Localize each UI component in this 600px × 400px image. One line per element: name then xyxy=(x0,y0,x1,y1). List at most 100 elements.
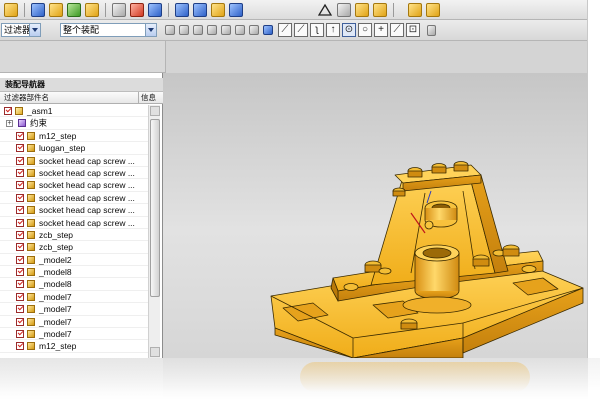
tree-row[interactable]: socket head cap screw ... xyxy=(0,204,148,217)
select-snap-icon[interactable]: ⊡ xyxy=(406,23,420,37)
visibility-checkbox[interactable] xyxy=(16,131,24,140)
scroll-up-button[interactable] xyxy=(150,106,160,116)
scroll-thumb[interactable] xyxy=(150,119,160,297)
arrange-icon[interactable] xyxy=(112,2,126,17)
reposition-icon[interactable] xyxy=(426,2,440,17)
filter-icon[interactable] xyxy=(165,25,175,35)
nx-application-window: 过滤器 整个装配 ⟋ ⟋ ʅ ↑ ⊙ ○ + ⟋ ⊡ 装配导航器 过滤器部件名 … xyxy=(0,0,588,358)
tree-row-label: zcb_step xyxy=(39,229,74,240)
tree-row[interactable]: _model8 xyxy=(0,278,148,291)
scroll-down-button[interactable] xyxy=(150,347,160,357)
toolbar-separator xyxy=(24,2,25,17)
tree-row[interactable]: _model2 xyxy=(0,254,148,267)
tree-row[interactable]: + 约束 xyxy=(0,117,148,130)
visibility-checkbox[interactable] xyxy=(16,330,24,339)
visibility-checkbox[interactable] xyxy=(16,181,24,190)
tree-row-label: m12_step xyxy=(39,341,77,352)
select-icon[interactable] xyxy=(179,25,189,35)
visibility-checkbox[interactable] xyxy=(16,255,24,264)
constraint-icon[interactable] xyxy=(408,2,422,17)
section-icon[interactable] xyxy=(193,2,207,17)
tree-row[interactable]: _model7 xyxy=(0,291,148,304)
tree-row[interactable]: _model7 xyxy=(0,328,148,341)
layer-icon[interactable] xyxy=(427,24,436,36)
tree-row[interactable]: _model8 xyxy=(0,266,148,279)
chevron-down-icon[interactable] xyxy=(145,24,156,36)
graphics-viewport[interactable] xyxy=(163,73,587,358)
center-snap-icon[interactable]: ○ xyxy=(358,23,372,37)
column-name-header[interactable]: 过滤器部件名 xyxy=(4,92,49,104)
visibility-checkbox[interactable] xyxy=(16,168,24,177)
toolbar-separator xyxy=(393,2,394,17)
filter-value: 过滤器 xyxy=(4,25,32,35)
drawing-icon[interactable] xyxy=(337,2,351,17)
expand-toggle-icon[interactable]: + xyxy=(6,120,13,128)
slash-snap-icon[interactable]: ⟋ xyxy=(390,23,404,37)
tree-row[interactable]: socket head cap screw ... xyxy=(0,179,148,192)
scope-dropdown[interactable]: 整个装配 xyxy=(60,23,157,37)
view-icon[interactable] xyxy=(249,25,259,35)
render-icon[interactable] xyxy=(211,2,225,17)
view-icon[interactable] xyxy=(263,25,273,35)
tree-row[interactable]: socket head cap screw ... xyxy=(0,167,148,180)
visibility-checkbox[interactable] xyxy=(16,268,24,277)
tree-row[interactable]: socket head cap screw ... xyxy=(0,155,148,167)
tree-row[interactable]: _model7 xyxy=(0,303,148,316)
open-icon[interactable] xyxy=(4,2,18,17)
constraint-icon[interactable] xyxy=(67,2,81,17)
arrow-snap-icon[interactable]: ↑ xyxy=(326,23,340,37)
reposition-icon[interactable] xyxy=(85,2,99,17)
component-icon[interactable] xyxy=(49,2,63,17)
line-snap-icon[interactable]: ⟋ xyxy=(278,23,292,37)
circle-snap-icon[interactable]: ⊙ xyxy=(342,23,356,37)
measure-icon[interactable] xyxy=(175,2,189,17)
tree-row[interactable]: zcb_step xyxy=(0,229,148,242)
tree-row[interactable]: _model7 xyxy=(0,316,148,329)
visibility-checkbox[interactable] xyxy=(16,292,24,301)
component-icon xyxy=(27,181,35,190)
sequence-icon[interactable] xyxy=(148,2,162,17)
explode-icon[interactable] xyxy=(130,2,144,17)
tree-row[interactable]: _asm1 xyxy=(0,105,148,118)
screenshot-frame: 过滤器 整个装配 ⟋ ⟋ ʅ ↑ ⊙ ○ + ⟋ ⊡ 装配导航器 过滤器部件名 … xyxy=(0,0,600,400)
tree-row[interactable]: luogan_step xyxy=(0,142,148,155)
select-icon[interactable] xyxy=(207,25,217,35)
tree-row-label: _model2 xyxy=(39,254,72,265)
point-snap-icon[interactable]: ⟋ xyxy=(294,23,308,37)
select-icon[interactable] xyxy=(193,25,203,35)
tree-row-label: socket head cap screw ... xyxy=(39,205,135,216)
visibility-checkbox[interactable] xyxy=(16,144,24,153)
visibility-checkbox[interactable] xyxy=(16,280,24,289)
chevron-down-icon[interactable] xyxy=(29,24,40,36)
tree-row[interactable]: zcb_step xyxy=(0,241,148,254)
visibility-checkbox[interactable] xyxy=(16,156,24,165)
visibility-checkbox[interactable] xyxy=(16,218,24,227)
filter-dropdown[interactable]: 过滤器 xyxy=(1,23,41,37)
visibility-checkbox[interactable] xyxy=(16,206,24,215)
column-info-header[interactable]: 信息 xyxy=(138,92,163,104)
select-icon[interactable] xyxy=(221,25,231,35)
visibility-checkbox[interactable] xyxy=(16,305,24,314)
visibility-checkbox[interactable] xyxy=(16,243,24,252)
visibility-checkbox[interactable] xyxy=(16,193,24,202)
triangle-icon[interactable] xyxy=(318,3,332,17)
sketch-icon[interactable] xyxy=(229,2,243,17)
component-icon xyxy=(27,330,35,339)
tree-row[interactable]: socket head cap screw ... xyxy=(0,192,148,205)
visibility-checkbox[interactable] xyxy=(16,317,24,326)
tree-scrollbar[interactable] xyxy=(148,105,160,358)
component-icon[interactable] xyxy=(355,2,369,17)
visibility-checkbox[interactable] xyxy=(16,230,24,239)
tree-row[interactable]: m12_step xyxy=(0,340,148,353)
assembly-icon[interactable] xyxy=(373,2,387,17)
tree-row[interactable]: socket head cap screw ... xyxy=(0,217,148,229)
curve-snap-icon[interactable]: ʅ xyxy=(310,23,324,37)
visibility-checkbox[interactable] xyxy=(16,342,24,351)
visibility-checkbox[interactable] xyxy=(4,107,12,115)
view-icon[interactable] xyxy=(235,25,245,35)
assembly-icon[interactable] xyxy=(31,2,45,17)
tree-row[interactable]: m12_step xyxy=(0,130,148,143)
tree-row-label: socket head cap screw ... xyxy=(39,180,135,191)
tree-row-label: _model7 xyxy=(39,304,72,315)
plus-snap-icon[interactable]: + xyxy=(374,23,388,37)
